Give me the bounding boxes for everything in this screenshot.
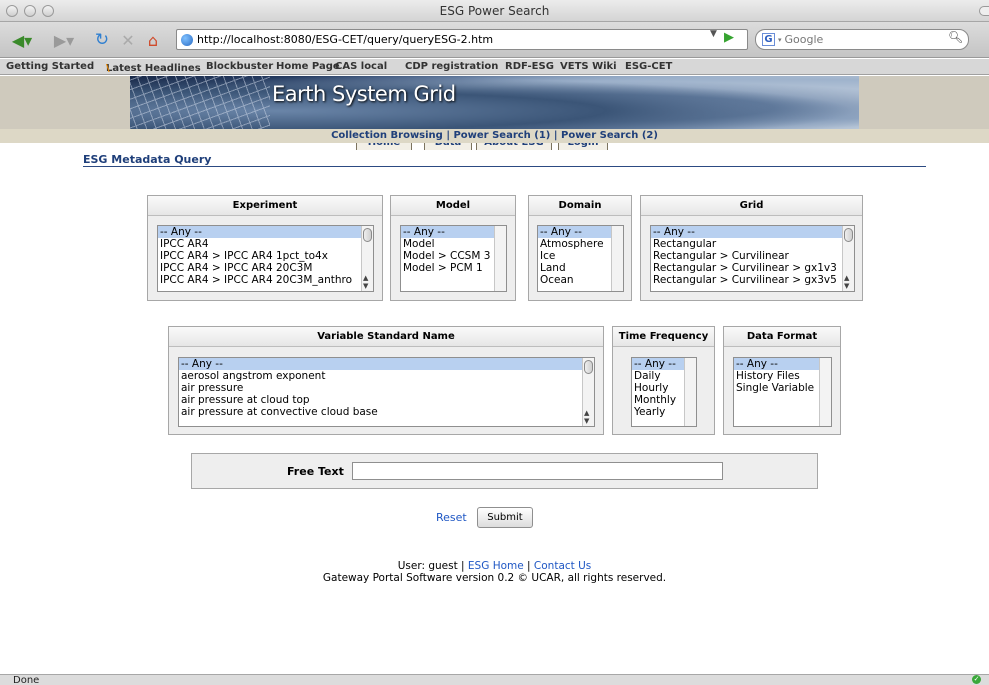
free-text-panel: Free Text — [191, 453, 818, 489]
bookmark-item[interactable]: Blockbuster — [206, 61, 273, 72]
heading-divider — [83, 166, 926, 167]
list-item[interactable]: Model > CCSM 3 — [401, 250, 506, 262]
search-input[interactable]: G ▾ Google — [755, 29, 969, 50]
copyright: Gateway Portal Software version 0.2 © UC… — [322, 572, 667, 584]
search-placeholder: Google — [784, 33, 824, 46]
grid-select[interactable]: -- Any -- Rectangular Rectangular > Curv… — [650, 225, 855, 292]
list-item[interactable]: IPCC AR4 — [158, 238, 373, 250]
domain-filter: Domain -- Any -- Atmosphere Ice Land Oce… — [528, 195, 632, 301]
bookmark-item[interactable]: CAS local — [335, 61, 387, 72]
domain-select[interactable]: -- Any -- Atmosphere Ice Land Ocean — [537, 225, 624, 292]
list-item[interactable]: air pressure at convective cloud base — [179, 406, 594, 418]
bookmark-item[interactable]: RDF-ESG — [505, 61, 554, 72]
list-item[interactable]: Rectangular — [651, 238, 854, 250]
experiment-select[interactable]: -- Any -- IPCC AR4 IPCC AR4 > IPCC AR4 1… — [157, 225, 374, 292]
earth-banner-image — [130, 76, 859, 134]
model-select[interactable]: -- Any -- Model Model > CCSM 3 Model > P… — [400, 225, 507, 292]
esg-home-link[interactable]: ESG Home — [468, 560, 524, 572]
list-item[interactable]: -- Any -- — [651, 226, 854, 238]
list-item[interactable]: History Files — [734, 370, 831, 382]
search-magnifier-icon[interactable]: 🔍︎ — [948, 30, 963, 44]
grid-filter: Grid -- Any -- Rectangular Rectangular >… — [640, 195, 863, 301]
scrollbar[interactable] — [611, 226, 623, 291]
stop-icon[interactable]: ✕ — [118, 29, 138, 51]
contact-us-link[interactable]: Contact Us — [534, 560, 591, 572]
browser-window: ESG Power Search ◀▾ ▶▾ ↻ ✕ ⌂ http://loca… — [0, 0, 989, 685]
status-text: Done — [13, 675, 40, 685]
list-item[interactable]: -- Any -- — [734, 358, 831, 370]
variable-filter: Variable Standard Name -- Any -- aerosol… — [168, 326, 604, 435]
format-label: Data Format — [724, 327, 840, 347]
back-arrow-icon[interactable]: ◀▾ — [8, 29, 36, 51]
list-item[interactable]: IPCC AR4 > IPCC AR4 20C3M_anthro — [158, 274, 373, 286]
site-globe-icon — [181, 33, 193, 46]
footer-links: User: guest | ESG Home | Contact Us — [0, 560, 989, 572]
frequency-label: Time Frequency — [613, 327, 714, 347]
search-engine-dropdown-icon[interactable]: ▾ — [778, 36, 782, 44]
scrollbar[interactable] — [494, 226, 506, 291]
bookmarks-bar: Getting Started Latest Headlines \ Blockb… — [0, 59, 989, 75]
format-select[interactable]: -- Any -- History Files Single Variable — [733, 357, 832, 427]
list-item[interactable]: aerosol angstrom exponent — [179, 370, 594, 382]
scrollbar[interactable]: ▲ ▼ — [842, 226, 854, 291]
check-icon: ✓ — [972, 675, 981, 684]
grid-label: Grid — [641, 196, 862, 216]
bookmark-item[interactable]: CDP registration — [405, 61, 498, 72]
experiment-filter: Experiment -- Any -- IPCC AR4 IPCC AR4 >… — [147, 195, 383, 301]
url-field[interactable]: http://localhost:8080/ESG-CET/query/quer… — [176, 29, 748, 50]
bookmark-item[interactable]: ESG-CET — [625, 61, 672, 72]
scrollbar[interactable] — [684, 358, 696, 426]
variable-label: Variable Standard Name — [169, 327, 603, 347]
navigation-toolbar: ◀▾ ▶▾ ↻ ✕ ⌂ http://localhost:8080/ESG-CE… — [0, 22, 989, 58]
list-item[interactable]: Model > PCM 1 — [401, 262, 506, 274]
format-filter: Data Format -- Any -- History Files Sing… — [723, 326, 841, 435]
url-history-dropdown-icon[interactable]: ▼ — [710, 29, 717, 39]
list-item[interactable]: -- Any -- — [401, 226, 506, 238]
status-bar: Done ✓ — [0, 674, 989, 685]
window-title: ESG Power Search — [439, 4, 550, 18]
scrollbar[interactable]: ▲ ▼ — [582, 358, 594, 426]
model-filter: Model -- Any -- Model Model > CCSM 3 Mod… — [390, 195, 516, 301]
home-icon[interactable]: ⌂ — [143, 29, 163, 51]
list-item[interactable]: air pressure at cloud top — [179, 394, 594, 406]
forward-arrow-icon[interactable]: ▶▾ — [50, 29, 78, 51]
list-item[interactable]: Rectangular > Curvilinear > gx3v5 — [651, 274, 854, 286]
list-item[interactable]: -- Any -- — [158, 226, 373, 238]
scrollbar[interactable]: ▲ ▼ — [361, 226, 373, 291]
user-status: User: guest | — [397, 560, 468, 572]
experiment-label: Experiment — [148, 196, 382, 216]
toolbar-toggle-button[interactable] — [979, 6, 989, 16]
variable-select[interactable]: -- Any -- aerosol angstrom exponent air … — [178, 357, 595, 427]
sub-navigation[interactable]: Collection Browsing | Power Search (1) |… — [0, 129, 989, 143]
rss-icon: \ — [106, 63, 110, 74]
bookmark-item[interactable]: Getting Started — [6, 61, 94, 72]
domain-label: Domain — [529, 196, 631, 216]
free-text-input[interactable] — [352, 462, 723, 480]
submit-button[interactable]: Submit — [477, 507, 533, 528]
frequency-select[interactable]: -- Any -- Daily Hourly Monthly Yearly — [631, 357, 697, 427]
google-engine-icon[interactable]: G — [762, 33, 775, 46]
go-arrow-icon[interactable]: ▶ — [724, 30, 734, 45]
list-item[interactable]: Single Variable — [734, 382, 831, 394]
reload-icon[interactable]: ↻ — [92, 29, 112, 51]
list-item[interactable]: Model — [401, 238, 506, 250]
list-item[interactable]: air pressure — [179, 382, 594, 394]
list-item[interactable]: IPCC AR4 > IPCC AR4 20C3M — [158, 262, 373, 274]
list-item[interactable]: Rectangular > Curvilinear — [651, 250, 854, 262]
list-item[interactable]: IPCC AR4 > IPCC AR4 1pct_to4x — [158, 250, 373, 262]
page-title: ESG Metadata Query — [83, 153, 212, 166]
free-text-label: Free Text — [287, 465, 344, 478]
footer-separator: | — [523, 560, 534, 572]
frequency-filter: Time Frequency -- Any -- Daily Hourly Mo… — [612, 326, 715, 435]
scrollbar[interactable] — [819, 358, 831, 426]
title-bar: ESG Power Search — [0, 0, 989, 22]
banner-title: Earth System Grid — [272, 82, 456, 106]
list-item[interactable]: Rectangular > Curvilinear > gx1v3 — [651, 262, 854, 274]
bookmark-item[interactable]: Home Page — [276, 61, 340, 72]
model-label: Model — [391, 196, 515, 216]
url-text: http://localhost:8080/ESG-CET/query/quer… — [197, 33, 494, 46]
list-item[interactable]: -- Any -- — [179, 358, 594, 370]
bookmark-item[interactable]: VETS Wiki — [560, 61, 617, 72]
reset-link[interactable]: Reset — [436, 511, 467, 524]
